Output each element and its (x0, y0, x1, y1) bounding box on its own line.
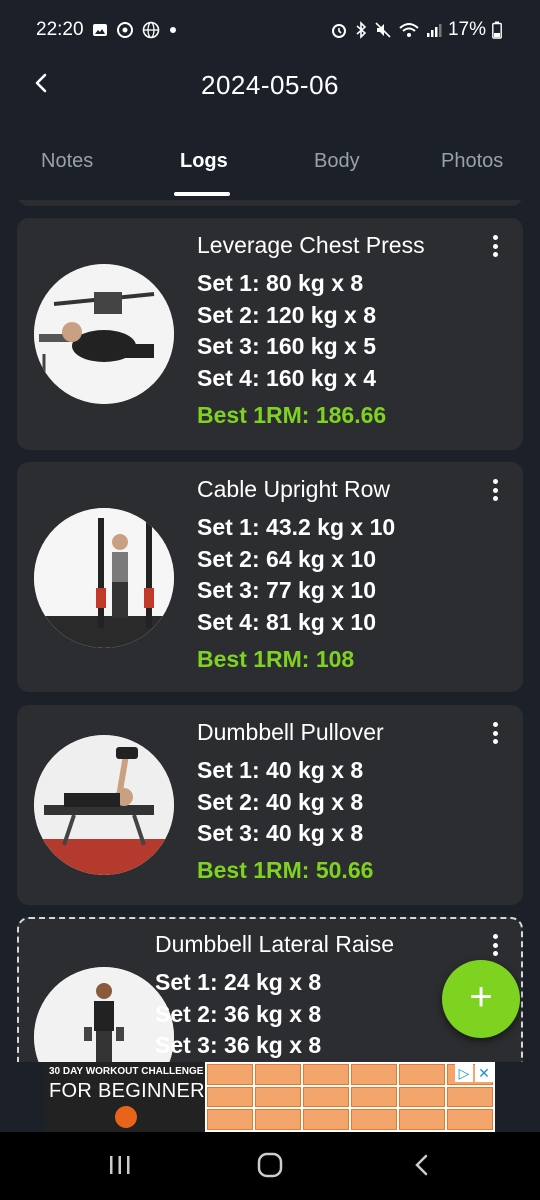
exercise-name: Dumbbell Pullover (197, 719, 384, 745)
more-options-icon[interactable] (491, 934, 499, 958)
globe-icon (142, 21, 159, 39)
recent-apps-button[interactable] (102, 1150, 138, 1180)
battery-percent: 17% (447, 19, 486, 40)
tab-notes[interactable]: Notes (41, 150, 93, 173)
log-card[interactable]: Dumbbell Pullover Set 1: 40 kg x 8 Set 2… (17, 705, 523, 905)
exercise-image (34, 967, 174, 1062)
set-list: Set 1: 40 kg x 8 Set 2: 40 kg x 8 Set 3:… (197, 755, 363, 850)
set-list: Set 1: 24 kg x 8 Set 2: 36 kg x 8 Set 3:… (155, 967, 321, 1062)
active-tab-indicator (174, 192, 230, 196)
tab-photos[interactable]: Photos (441, 150, 503, 173)
set-entry: Set 1: 80 kg x 8 (197, 270, 364, 296)
system-nav-bar (0, 1132, 540, 1200)
set-list: Set 1: 43.2 kg x 10 Set 2: 64 kg x 10 Se… (197, 512, 395, 638)
bluetooth-icon (356, 21, 367, 39)
status-time: 22:20 (36, 19, 84, 40)
app-header: 2024-05-06 (0, 60, 540, 110)
tab-bar: Notes Logs Body Photos (0, 140, 540, 198)
set-entry: Set 3: 77 kg x 10 (197, 577, 376, 603)
set-list: Set 1: 80 kg x 8 Set 2: 120 kg x 8 Set 3… (197, 268, 376, 394)
ad-headline: 30 DAY WORKOUT CHALLENGE (49, 1066, 204, 1077)
mute-icon (375, 22, 391, 38)
ad-banner[interactable]: 30 DAY WORKOUT CHALLENGE FOR BEGINNERS ▷… (45, 1062, 495, 1132)
exercise-name: Dumbbell Lateral Raise (155, 931, 395, 957)
page-title: 2024-05-06 (201, 70, 339, 100)
back-arrow-icon (415, 1154, 428, 1176)
ad-subheadline: FOR BEGINNERS (49, 1080, 219, 1102)
exercise-image (34, 264, 174, 404)
dot-icon (169, 27, 176, 33)
signal-icon (426, 24, 442, 37)
set-entry: Set 3: 36 kg x 8 (155, 1032, 322, 1058)
set-entry: Set 3: 40 kg x 8 (197, 820, 364, 846)
more-options-icon[interactable] (491, 235, 499, 259)
set-entry: Set 4: 81 kg x 10 (197, 608, 376, 635)
adchoices-icon[interactable]: ▷ (455, 1064, 473, 1082)
plus-icon: + (469, 975, 493, 1019)
set-entry: Set 1: 24 kg x 8 (155, 969, 322, 995)
ad-logo-icon (115, 1106, 137, 1128)
close-ad-icon[interactable]: ✕ (475, 1064, 493, 1082)
image-icon (92, 24, 107, 36)
exercise-name: Cable Upright Row (197, 476, 391, 502)
more-options-icon[interactable] (491, 722, 499, 746)
set-entry: Set 2: 64 kg x 10 (197, 545, 376, 572)
set-entry: Set 3: 160 kg x 5 (197, 333, 376, 359)
battery-icon (492, 21, 502, 39)
logs-list[interactable]: Leverage Chest Press Set 1: 80 kg x 8 Se… (0, 200, 540, 1062)
alarm-icon (331, 24, 346, 38)
back-nav-button[interactable] (404, 1150, 440, 1180)
set-entry: Set 2: 120 kg x 8 (197, 301, 376, 328)
set-entry: Set 2: 40 kg x 8 (197, 788, 364, 815)
recent-apps-icon (110, 1156, 130, 1174)
previous-card-edge (17, 200, 523, 206)
ad-exercise-grid (205, 1062, 495, 1132)
wifi-icon (399, 23, 419, 37)
best-1rm: Best 1RM: 50.66 (197, 857, 374, 883)
tab-body[interactable]: Body (314, 150, 360, 173)
set-entry: Set 4: 160 kg x 4 (197, 364, 376, 391)
set-entry: Set 1: 40 kg x 8 (197, 757, 364, 783)
ad-controls: ▷ ✕ (455, 1064, 493, 1082)
log-card[interactable]: Cable Upright Row Set 1: 43.2 kg x 10 Se… (17, 462, 523, 692)
set-entry: Set 1: 43.2 kg x 10 (197, 514, 396, 540)
log-card[interactable]: Leverage Chest Press Set 1: 80 kg x 8 Se… (17, 218, 523, 450)
exercise-name: Leverage Chest Press (197, 232, 425, 258)
status-bar: 22:20 17% (0, 0, 540, 60)
more-options-icon[interactable] (491, 479, 499, 503)
exercise-image (34, 735, 174, 875)
best-1rm: Best 1RM: 108 (197, 646, 355, 672)
exercise-image (34, 508, 174, 648)
ad-image: 30 DAY WORKOUT CHALLENGE FOR BEGINNERS (45, 1062, 218, 1132)
add-exercise-button[interactable]: + (442, 960, 520, 1038)
tab-logs[interactable]: Logs (180, 150, 228, 173)
home-button[interactable] (252, 1150, 288, 1180)
best-1rm: Best 1RM: 186.66 (197, 402, 387, 428)
home-icon (257, 1152, 283, 1178)
whatsapp-icon (116, 22, 133, 38)
set-entry: Set 2: 36 kg x 8 (155, 1000, 322, 1027)
